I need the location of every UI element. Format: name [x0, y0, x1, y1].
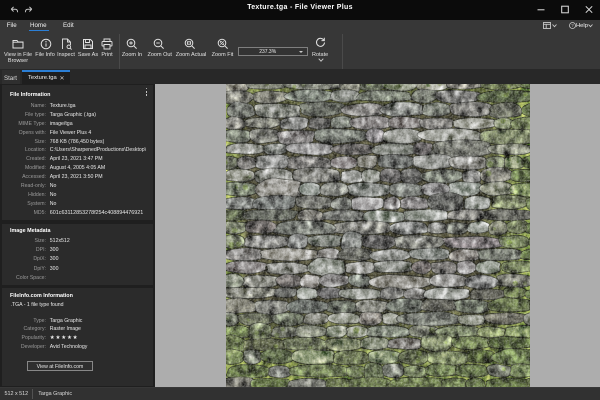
svg-text:?: ?	[571, 23, 574, 28]
